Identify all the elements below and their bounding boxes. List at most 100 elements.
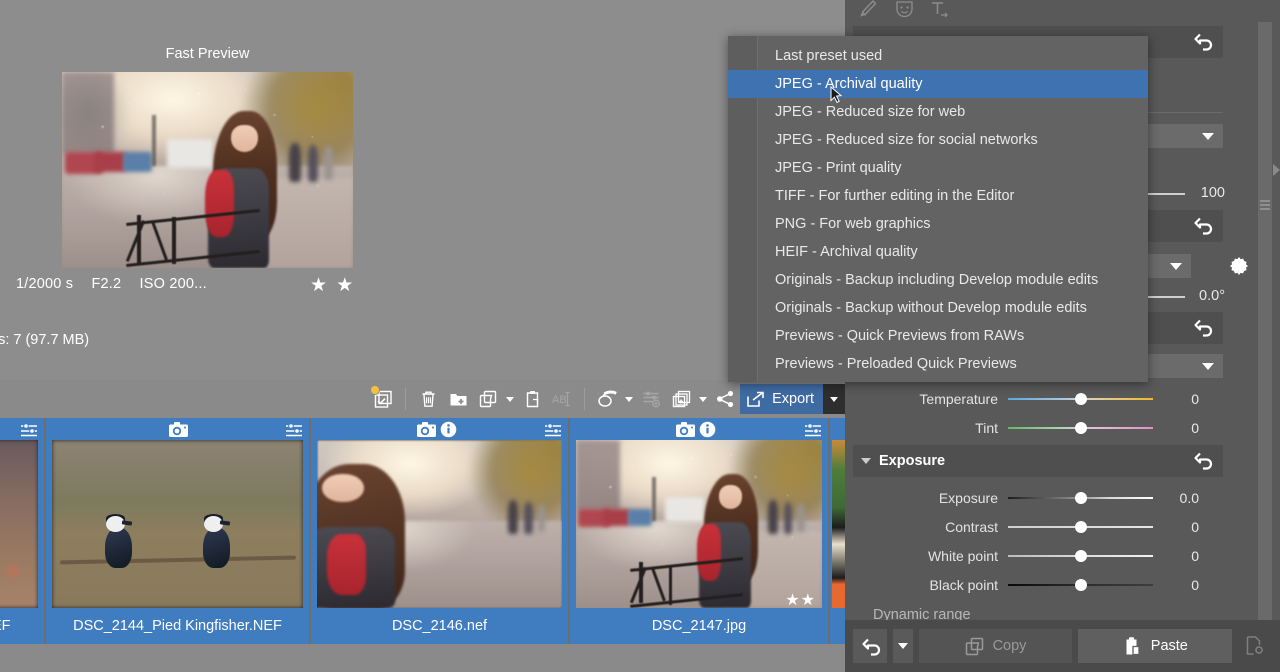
list-item-label: DSC_2147.jpg: [570, 618, 828, 634]
right-panel-scrollbar[interactable]: [1258, 22, 1272, 622]
menu-item-jpeg-social[interactable]: JPEG - Reduced size for social networks: [728, 126, 1148, 154]
menu-item-png-web[interactable]: PNG - For web graphics: [728, 210, 1148, 238]
menu-item-previews-from-raws[interactable]: Previews - Quick Previews from RAWs: [728, 322, 1148, 350]
paste-button[interactable]: Paste: [1078, 629, 1232, 663]
slider-knob[interactable]: [1075, 492, 1087, 504]
thumbnail-rating-stars[interactable]: ★★: [785, 590, 816, 610]
reset-icon[interactable]: [1191, 216, 1213, 239]
slider-contrast[interactable]: Contrast 0: [853, 512, 1233, 541]
list-item[interactable]: DSC_2144_Pied Kingfisher.NEF: [46, 418, 309, 644]
slider-value: 0: [1153, 577, 1213, 593]
slider-track[interactable]: [1008, 421, 1153, 435]
menu-item-jpeg-archival[interactable]: JPEG - Archival quality: [728, 70, 1148, 98]
exif-shutter: 1/2000 s: [16, 276, 73, 292]
export-button[interactable]: Export: [740, 384, 823, 414]
slider-knob[interactable]: [1075, 550, 1087, 562]
thumbnail-image: [576, 440, 822, 608]
export-preset-menu[interactable]: Last preset used JPEG - Archival quality…: [728, 36, 1148, 382]
undo-history-caret-icon[interactable]: [893, 629, 913, 663]
adjust-icon[interactable]: [544, 422, 562, 443]
adjust-icon[interactable]: [804, 422, 822, 443]
menu-item-jpeg-print[interactable]: JPEG - Print quality: [728, 154, 1148, 182]
paste-files-icon[interactable]: [517, 384, 547, 414]
slider-knob[interactable]: [1075, 393, 1087, 405]
slider-track[interactable]: [1008, 392, 1153, 406]
copy-button[interactable]: Copy: [919, 629, 1073, 663]
slider-black-point[interactable]: Black point 0: [853, 570, 1233, 599]
occluded-value-1: 100: [1145, 185, 1225, 201]
preview-image[interactable]: [62, 72, 353, 268]
chevron-down-icon[interactable]: [853, 458, 879, 464]
info-icon[interactable]: [440, 421, 457, 443]
slider-track[interactable]: [1008, 549, 1153, 563]
batch-caret-icon[interactable]: [622, 384, 636, 414]
menu-item-jpeg-web[interactable]: JPEG - Reduced size for web: [728, 98, 1148, 126]
menu-item-tiff-editor[interactable]: TIFF - For further editing in the Editor: [728, 182, 1148, 210]
camera-icon[interactable]: [675, 421, 696, 443]
slider-value: 0: [1153, 420, 1213, 436]
list-item[interactable]: DSC_2146.nef: [311, 418, 568, 644]
slider-temperature[interactable]: Temperature 0: [853, 384, 1233, 413]
gear-icon[interactable]: [1227, 254, 1251, 283]
duplicate-icon[interactable]: [666, 384, 696, 414]
slider-track[interactable]: [1008, 578, 1153, 592]
text-tool-icon[interactable]: [930, 0, 950, 23]
toolbar-divider-1: [405, 388, 406, 410]
delete-icon[interactable]: [413, 384, 443, 414]
share-icon[interactable]: [710, 384, 740, 414]
select-all-icon[interactable]: [368, 384, 398, 414]
section-title: Exposure: [879, 453, 945, 469]
list-item[interactable]: ★★ DSC_2147.jpg: [570, 418, 828, 644]
adjust-icon[interactable]: [20, 422, 38, 443]
mask-icon[interactable]: [895, 0, 914, 23]
thumbnail-image: [52, 440, 303, 608]
menu-item-previews-preloaded[interactable]: Previews - Preloaded Quick Previews: [728, 350, 1148, 378]
copy-files-icon[interactable]: [473, 384, 503, 414]
duplicate-caret-icon[interactable]: [696, 384, 710, 414]
slider-track[interactable]: [1008, 520, 1153, 534]
adjust-add-icon[interactable]: [636, 384, 666, 414]
new-folder-icon[interactable]: [443, 384, 473, 414]
preview-photo: [62, 72, 353, 268]
list-item-label: NEF: [0, 618, 44, 634]
undo-button[interactable]: [853, 629, 887, 663]
rename-icon[interactable]: AB: [547, 384, 577, 414]
scrollbar-grip-icon[interactable]: [1260, 200, 1270, 214]
filmstrip[interactable]: NEF DSC_2144_Pied Kingfis: [0, 418, 845, 644]
info-icon[interactable]: [699, 421, 716, 443]
reset-icon[interactable]: [1191, 318, 1213, 341]
panel-collapse-arrow-icon[interactable]: [1272, 150, 1280, 190]
menu-item-originals-without-edits[interactable]: Originals - Backup without Develop modul…: [728, 294, 1148, 322]
list-item[interactable]: NEF: [0, 418, 44, 644]
paste-settings-icon[interactable]: [1238, 629, 1272, 663]
batch-icon[interactable]: [592, 384, 622, 414]
thumbnail-image: [317, 440, 562, 608]
filmstrip-toolbar: AB Export: [0, 380, 845, 418]
menu-item-last-preset[interactable]: Last preset used: [728, 42, 1148, 70]
retouch-brush-icon[interactable]: [859, 0, 879, 23]
reset-icon[interactable]: [1191, 451, 1213, 474]
preview-pane: Fast Preview: [0, 0, 845, 380]
slider-tint[interactable]: Tint 0: [853, 413, 1233, 442]
slider-knob[interactable]: [1075, 579, 1087, 591]
menu-item-originals-with-edits[interactable]: Originals - Backup including Develop mod…: [728, 266, 1148, 294]
exif-aperture: F2.2: [91, 276, 121, 292]
camera-icon[interactable]: [168, 421, 189, 443]
slider-value: 0: [1153, 391, 1213, 407]
slider-track[interactable]: [1008, 491, 1153, 505]
reset-icon[interactable]: [1191, 32, 1213, 55]
camera-icon[interactable]: [416, 421, 437, 443]
slider-label: Contrast: [853, 519, 1008, 535]
slider-knob[interactable]: [1075, 521, 1087, 533]
preview-rating-stars[interactable]: ★ ★: [310, 274, 355, 297]
adjust-icon[interactable]: [285, 422, 303, 443]
menu-item-heif-archival[interactable]: HEIF - Archival quality: [728, 238, 1148, 266]
slider-white-point[interactable]: White point 0: [853, 541, 1233, 570]
export-dropdown-caret-icon[interactable]: [823, 384, 845, 414]
copy-files-caret-icon[interactable]: [503, 384, 517, 414]
slider-exposure[interactable]: Exposure 0.0: [853, 483, 1233, 512]
list-item[interactable]: [830, 418, 845, 644]
list-item-label: DSC_2144_Pied Kingfisher.NEF: [46, 618, 309, 634]
slider-knob[interactable]: [1075, 422, 1087, 434]
section-head-exposure[interactable]: Exposure: [853, 445, 1223, 477]
